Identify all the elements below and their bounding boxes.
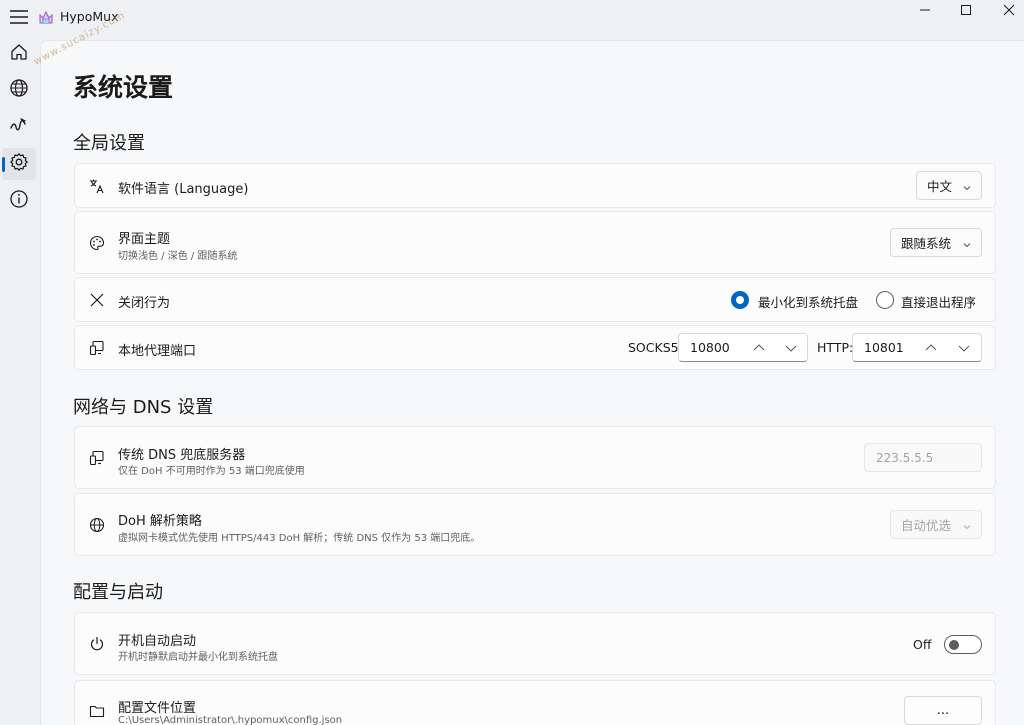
http-label: HTTP:: [817, 340, 854, 355]
dns-fallback-description: 仅在 DoH 不可用时作为 53 端口兜底使用: [118, 466, 305, 477]
dns-server-input[interactable]: 223.5.5.5: [864, 443, 982, 472]
gear-icon: [9, 152, 29, 176]
autostart-toggle[interactable]: [944, 635, 982, 654]
globe-icon: [88, 516, 106, 534]
decrement-icon[interactable]: [957, 342, 971, 354]
dns-server-placeholder: 223.5.5.5: [876, 450, 934, 465]
doh-strategy-title: DoH 解析策略: [118, 514, 202, 529]
maximize-button[interactable]: [943, 0, 989, 20]
minimize-button[interactable]: [902, 0, 948, 20]
config-path-card: 配置文件位置 C:\Users\Administrator\.hypomux\c…: [74, 680, 996, 725]
theme-value: 跟随系统: [901, 236, 952, 251]
info-icon: [9, 189, 29, 213]
globe-icon: [9, 78, 29, 102]
socks5-port-value: 10800: [690, 340, 730, 355]
increment-icon[interactable]: [924, 342, 938, 354]
language-title: 软件语言 (Language): [118, 182, 249, 197]
section-title-global: 全局设置: [73, 133, 145, 154]
exit-program-radio[interactable]: [876, 291, 894, 309]
language-dropdown[interactable]: 中文: [916, 171, 982, 200]
page-title: 系统设置: [73, 73, 174, 102]
theme-dropdown[interactable]: 跟随系统: [890, 228, 982, 257]
close-behavior-card: 关闭行为 最小化到系统托盘 直接退出程序: [74, 277, 996, 322]
socks5-label: SOCKS5:: [628, 340, 683, 355]
config-path-title: 配置文件位置: [118, 701, 197, 716]
app-logo-icon: [38, 9, 54, 25]
close-window-button[interactable]: [986, 0, 1024, 20]
doh-strategy-card: DoH 解析策略 虚拟网卡模式优先使用 HTTPS/443 DoH 解析；传统 …: [74, 493, 996, 556]
menu-icon[interactable]: [9, 7, 29, 27]
decrement-icon[interactable]: [784, 342, 798, 354]
browse-config-button[interactable]: ...: [904, 696, 982, 725]
toggle-knob: [949, 639, 959, 650]
dns-fallback-title: 传统 DNS 兜底服务器: [118, 448, 246, 463]
speed-icon: [9, 115, 29, 139]
active-indicator: [2, 157, 5, 172]
dns-fallback-card: 传统 DNS 兜底服务器 仅在 DoH 不可用时作为 53 端口兜底使用 223…: [74, 426, 996, 489]
nav-item-settings[interactable]: [2, 148, 36, 180]
nav-item-about[interactable]: [2, 185, 36, 217]
nav-item-speed[interactable]: [2, 111, 36, 143]
language-card: 软件语言 (Language) 中文: [74, 163, 996, 208]
chevron-down-icon: [962, 520, 972, 535]
devices-icon: [88, 449, 106, 467]
http-port-input[interactable]: 10801: [852, 333, 982, 362]
autostart-state-label: Off: [913, 637, 932, 652]
exit-program-label[interactable]: 直接退出程序: [901, 292, 976, 311]
proxy-port-title: 本地代理端口: [118, 344, 197, 359]
sidebar: [0, 36, 40, 725]
palette-icon: [88, 234, 106, 252]
language-value: 中文: [927, 179, 953, 194]
http-port-value: 10801: [864, 340, 904, 355]
autostart-card: 开机自动启动 开机时静默启动并最小化到系统托盘 Off: [74, 612, 996, 675]
socks5-port-input[interactable]: 10800: [678, 333, 808, 362]
devices-icon: [88, 339, 106, 357]
theme-description: 切换浅色 / 深色 / 跟随系统: [118, 251, 238, 262]
power-icon: [88, 635, 106, 653]
chevron-down-icon: [962, 181, 972, 196]
increment-icon[interactable]: [752, 342, 766, 354]
close-icon: [88, 291, 106, 309]
translate-icon: [88, 177, 106, 195]
autostart-title: 开机自动启动: [118, 634, 197, 649]
config-path-value: C:\Users\Administrator\.hypomux\config.j…: [118, 715, 343, 725]
doh-strategy-dropdown[interactable]: 自动优选: [890, 510, 982, 539]
autostart-description: 开机时静默启动并最小化到系统托盘: [118, 652, 278, 663]
home-icon: [9, 42, 29, 66]
section-title-network: 网络与 DNS 设置: [73, 397, 214, 418]
minimize-to-tray-label[interactable]: 最小化到系统托盘: [758, 292, 858, 311]
proxy-port-card: 本地代理端口 SOCKS5: 10800 HTTP: 10801: [74, 325, 996, 370]
title-bar: HypoMux: [0, 0, 1024, 36]
minimize-to-tray-radio[interactable]: [731, 291, 749, 309]
nav-item-home[interactable]: [2, 38, 36, 70]
doh-strategy-value: 自动优选: [901, 518, 952, 533]
chevron-down-icon: [962, 238, 972, 253]
doh-strategy-description: 虚拟网卡模式优先使用 HTTPS/443 DoH 解析；传统 DNS 仅作为 5…: [118, 533, 481, 544]
folder-icon: [88, 702, 106, 720]
theme-card: 界面主题 切换浅色 / 深色 / 跟随系统 跟随系统: [74, 211, 996, 274]
close-behavior-title: 关闭行为: [118, 296, 171, 311]
nav-item-globe[interactable]: [2, 74, 36, 106]
section-title-config: 配置与启动: [73, 582, 163, 603]
theme-title: 界面主题: [118, 232, 171, 247]
